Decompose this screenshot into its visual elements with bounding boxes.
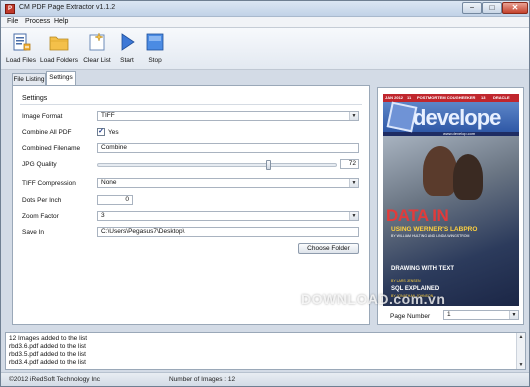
- scroll-down-icon[interactable]: ▼: [517, 361, 525, 369]
- preview-panel: JAN 2012 11 POSTMORTEM COUGHEEKER 13 DRA…: [377, 87, 524, 325]
- close-button[interactable]: ✕: [502, 2, 528, 14]
- image-format-label: Image Format: [22, 113, 63, 120]
- cover-strip: JAN 2012 11 POSTMORTEM COUGHEEKER 13 DRA…: [383, 94, 519, 102]
- cover-strip-text: 11: [407, 95, 412, 100]
- load-files-button[interactable]: Load Files: [5, 32, 37, 68]
- cover-url: www.develop.com: [443, 131, 476, 136]
- load-folders-label: Load Folders: [40, 57, 78, 64]
- cover-person: [423, 146, 457, 196]
- combine-all-pdf-label: Combine All PDF: [22, 129, 72, 136]
- image-count-text: Number of Images : 12: [169, 376, 236, 383]
- group-divider: [20, 104, 362, 105]
- clear-list-button[interactable]: Clear List: [81, 32, 113, 68]
- folder-icon: [49, 36, 69, 51]
- settings-panel: Settings Image Format TIFF ▼ Combine All…: [12, 85, 370, 325]
- page-preview-image: JAN 2012 11 POSTMORTEM COUGHEEKER 13 DRA…: [383, 94, 519, 306]
- load-files-label: Load Files: [6, 57, 36, 64]
- cover-strip-text: JAN 2012: [385, 95, 404, 100]
- main-area: File Listing Settings Settings Image For…: [5, 71, 526, 327]
- title-bar: P CM PDF Page Extractor v1.1.2 − □ ✕: [1, 1, 529, 17]
- cover-subhead-byline: BY WILLIAM HULTING AND LINDA WINGSTROM: [391, 234, 470, 238]
- combined-filename-input[interactable]: Combine: [97, 143, 359, 153]
- log-line: rbd3.5.pdf added to the list: [9, 351, 86, 358]
- menu-help[interactable]: Help: [54, 18, 68, 25]
- zoom-factor-label: Zoom Factor: [22, 213, 59, 220]
- cover-subhead: USING WERNER'S LABPRO: [391, 226, 478, 233]
- combine-all-pdf-checkbox[interactable]: ✓: [97, 128, 105, 136]
- cover-person: [453, 154, 483, 200]
- clear-list-icon: [89, 32, 105, 51]
- chevron-down-icon: ▼: [349, 179, 358, 187]
- start-button[interactable]: Start: [115, 32, 139, 68]
- image-format-select[interactable]: TIFF ▼: [97, 111, 359, 121]
- log-list[interactable]: 12 Images added to the list rbd3.6.pdf a…: [5, 332, 526, 370]
- cover-strip-text: POSTMORTEM COUGHEEKER: [417, 95, 476, 100]
- jpg-quality-slider-thumb[interactable]: [266, 160, 272, 170]
- settings-group-title: Settings: [22, 95, 48, 102]
- log-scrollbar[interactable]: ▲ ▼: [516, 333, 525, 369]
- minimize-button[interactable]: −: [462, 2, 482, 14]
- status-bar: ©2012 iRedSoft Technology Inc Number of …: [1, 372, 529, 386]
- stop-label: Stop: [148, 57, 162, 64]
- start-label: Start: [120, 57, 134, 64]
- stop-button[interactable]: Stop: [143, 32, 167, 68]
- scroll-up-icon[interactable]: ▲: [517, 333, 525, 341]
- copyright-text: ©2012 iRedSoft Technology Inc: [9, 376, 101, 383]
- choose-folder-button[interactable]: Choose Folder: [298, 243, 359, 254]
- tiff-compression-label: TIFF Compression: [22, 180, 76, 187]
- dots-per-inch-label: Dots Per Inch: [22, 197, 62, 204]
- cover-strip-text: 13: [481, 95, 486, 100]
- cover-headline: DATA IN: [386, 206, 449, 225]
- log-line: rbd3.4.pdf added to the list: [9, 359, 86, 366]
- pdf-app-icon: P: [5, 4, 15, 14]
- window-title: CM PDF Page Extractor v1.1.2: [19, 4, 116, 11]
- load-folders-button[interactable]: Load Folders: [39, 32, 79, 68]
- menu-bar: File Process Help: [1, 17, 529, 28]
- play-icon: [121, 33, 135, 51]
- chevron-down-icon: ▼: [349, 212, 358, 220]
- save-in-label: Save In: [22, 229, 45, 236]
- maximize-button[interactable]: □: [482, 2, 502, 14]
- chevron-down-icon: ▼: [509, 311, 518, 319]
- log-line: 12 Images added to the list: [9, 335, 88, 342]
- page-number-select[interactable]: 1 ▼: [443, 310, 519, 320]
- menu-process[interactable]: Process: [25, 18, 50, 25]
- toolbar: Load Files Load Folders Clear List Start: [1, 28, 529, 70]
- load-files-icon: [13, 33, 31, 51]
- stop-icon: [146, 33, 164, 51]
- jpg-quality-label: JPG Quality: [22, 161, 57, 168]
- tab-file-listing[interactable]: File Listing: [12, 73, 46, 85]
- tab-settings[interactable]: Settings: [46, 71, 76, 85]
- cover-story-3-byline: BY LARS JENSEN: [391, 279, 421, 283]
- clear-list-label: Clear List: [83, 57, 111, 64]
- page-number-value: 1: [447, 311, 451, 318]
- chevron-down-icon: ▼: [349, 112, 358, 120]
- zoom-factor-select[interactable]: 3 ▼: [97, 211, 359, 221]
- cover-brand: develope: [413, 105, 501, 130]
- app-window: P CM PDF Page Extractor v1.1.2 − □ ✕ Fil…: [0, 0, 530, 387]
- tiff-compression-value: None: [101, 179, 117, 186]
- cover-strip-text: DRACLE: [493, 95, 510, 100]
- cover-story-3: DRAWING WITH TEXT: [391, 266, 454, 272]
- combined-filename-label: Combined Filename: [22, 145, 81, 152]
- tiff-compression-select[interactable]: None ▼: [97, 178, 359, 188]
- jpg-quality-value[interactable]: 72: [340, 159, 359, 169]
- combine-yes-label: Yes: [108, 129, 119, 136]
- dots-per-inch-input[interactable]: 0: [97, 195, 133, 205]
- jpg-quality-slider[interactable]: [97, 163, 337, 167]
- log-line: rbd3.6.pdf added to the list: [9, 343, 86, 350]
- zoom-factor-value: 3: [101, 212, 105, 219]
- menu-file[interactable]: File: [7, 18, 18, 25]
- page-number-label: Page Number: [390, 313, 431, 320]
- image-format-value: TIFF: [101, 112, 115, 119]
- watermark: DOWNLOAD.com.vn: [301, 291, 446, 307]
- save-in-input[interactable]: C:\Users\Pegasus7\Desktop\: [97, 227, 359, 237]
